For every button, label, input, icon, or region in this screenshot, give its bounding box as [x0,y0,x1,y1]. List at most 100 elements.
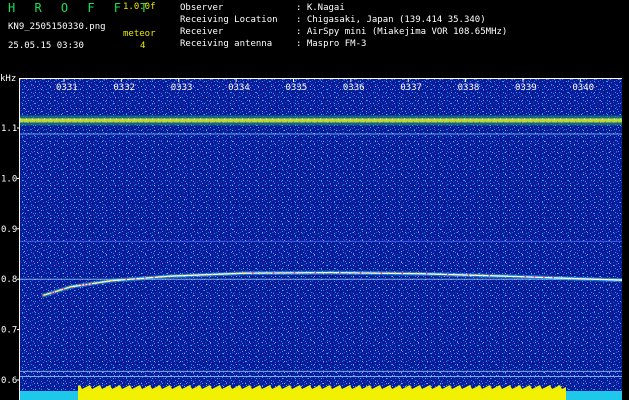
trace-speckle [314,271,317,274]
trace-speckle [432,273,435,275]
carrier-speckle [239,121,240,123]
trace-speckle [446,273,449,275]
trace-speckle [134,277,137,280]
trace-speckle [103,280,105,283]
carrier-speckle [173,121,174,123]
trace-speckle [229,272,232,275]
carrier-speckle [347,121,348,123]
carrier-speckle [176,118,177,120]
carrier-speckle [602,118,603,120]
trace-speckle [543,276,545,278]
trace-speckle [67,286,69,289]
trace-speckle [77,284,79,287]
carrier-speckle [383,121,384,123]
time-label: 0334 [228,83,250,93]
carrier-speckle [41,121,42,123]
trace-speckle [617,279,619,281]
carrier-speckle [122,118,123,120]
trace-speckle [272,272,275,274]
carrier-speckle [449,121,450,123]
carrier-speckle [125,121,126,123]
carrier-speckle [569,121,570,123]
trace-speckle [408,272,411,274]
carrier-speckle [521,121,522,123]
carrier-speckle [386,118,387,120]
carrier-speckle [119,121,120,123]
carrier-speckle [110,118,111,120]
time-label: 0335 [285,83,307,93]
carrier-speckle [518,118,519,120]
trace-speckle [245,272,247,274]
carrier-speckle [341,121,342,123]
trace-speckle [74,285,76,287]
trace-speckle [49,292,51,295]
trace-speckle [144,277,146,279]
carrier-speckle [593,121,594,123]
carrier-speckle [557,121,558,123]
trace-speckle [125,278,127,281]
trace-speckle [394,272,397,274]
trace-speckle [217,273,220,275]
carrier-speckle [167,121,168,123]
carrier-speckle [140,118,141,120]
trace-speckle [359,272,362,274]
trace-speckle [524,275,527,278]
carrier-speckle [146,118,147,120]
time-label: 0339 [515,83,537,93]
trace-speckle [80,284,83,286]
trace-speckle [162,275,165,278]
carrier-speckle [503,121,504,123]
carrier-speckle [179,121,180,123]
carrier-speckle [611,121,612,123]
trace-speckle [120,279,123,281]
trace-speckle [286,271,289,274]
carrier-speckle [473,121,474,123]
trace-speckle [93,282,96,284]
trace-speckle [307,271,310,274]
carrier-speckle [524,118,525,120]
trace-speckle [158,276,160,278]
carrier-speckle [296,118,297,120]
trace-speckle [293,271,296,274]
carrier-speckle [332,118,333,120]
carrier-speckle [404,118,405,120]
carrier-speckle [32,118,33,120]
carrier-speckle [482,118,483,120]
carrier-speckle [212,118,213,120]
carrier-speckle [563,121,564,123]
carrier-speckle [446,118,447,120]
carrier-speckle [188,118,189,120]
carrier-speckle [311,121,312,123]
time-label: 0332 [113,83,135,93]
carrier-speckle [254,118,255,120]
carrier-speckle [77,121,78,123]
carrier-speckle [494,118,495,120]
y-tick-label: 0.9 [1,225,17,235]
carrier-speckle [266,118,267,120]
carrier-speckle [155,121,156,123]
carrier-speckle [215,121,216,123]
carrier-speckle [143,121,144,123]
carrier-speckle [263,121,264,123]
y-tick-label: 1.0 [1,174,17,184]
carrier-speckle [398,118,399,120]
carrier-speckle [413,121,414,123]
carrier-speckle [437,121,438,123]
carrier-speckle [170,118,171,120]
trace-speckle [167,275,169,277]
carrier-speckle [107,121,108,123]
trace-speckle [153,276,155,278]
trace-speckle [387,272,390,274]
carrier-speckle [290,118,291,120]
carrier-speckle [38,118,39,120]
trace-speckle [223,273,226,275]
carrier-speckle [620,118,621,120]
trace-speckle [580,277,582,280]
carrier-speckle [230,118,231,120]
time-label: 0340 [572,83,594,93]
carrier-speckle [323,121,324,123]
carrier-speckle [578,118,579,120]
strip-edge-right [566,391,622,400]
carrier-speckle [374,118,375,120]
carrier-speckle [317,121,318,123]
